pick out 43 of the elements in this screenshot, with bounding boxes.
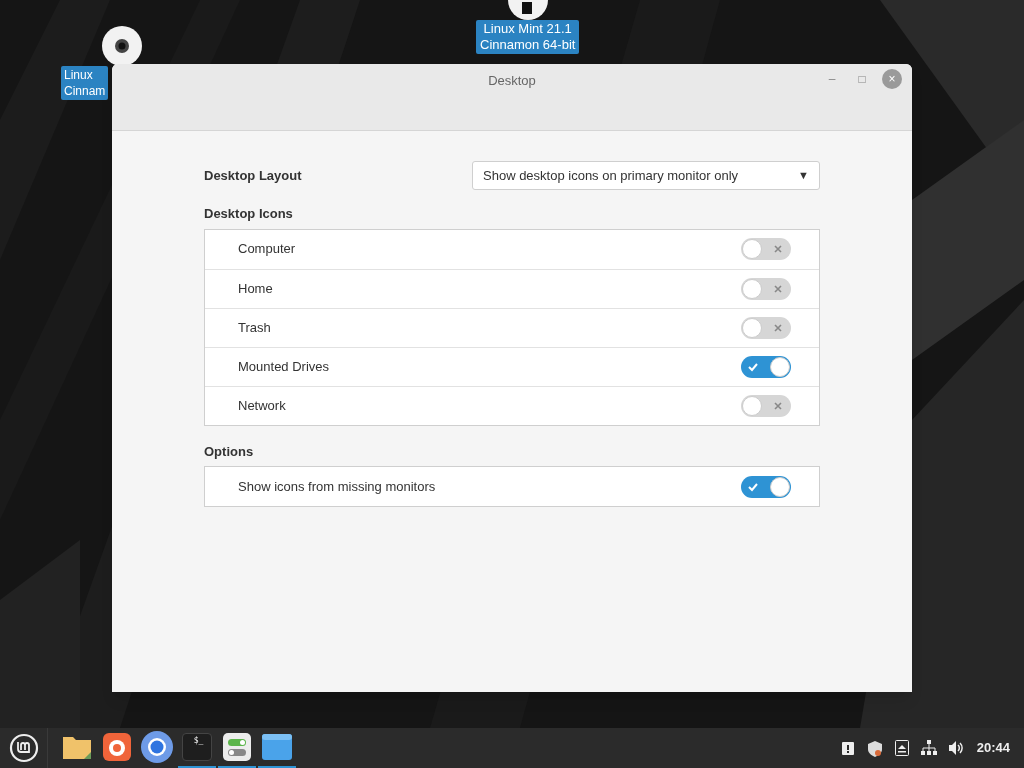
terminal-icon: $_ (182, 733, 212, 761)
check-icon (748, 361, 758, 372)
setting-label: Trash (238, 318, 271, 337)
toggle-switch[interactable] (741, 355, 791, 378)
cross-icon (774, 284, 782, 293)
minimize-button[interactable]: – (822, 69, 842, 89)
cross-icon (774, 245, 782, 253)
window-icon (262, 734, 292, 760)
network-icon[interactable] (920, 740, 937, 756)
clock[interactable]: 20:44 (976, 738, 1010, 758)
layout-dropdown[interactable]: Show desktop icons on primary monitor only ▼ (472, 161, 820, 190)
toggle-switch[interactable] (741, 238, 791, 260)
maximize-button[interactable]: □ (852, 69, 872, 89)
section-heading: Desktop Icons (204, 205, 294, 223)
setting-label: Computer (238, 240, 296, 259)
setting-label: Network (238, 396, 286, 415)
launcher-button[interactable]: $_ (178, 728, 216, 768)
setting-label: Show icons from missing monitors (238, 477, 436, 496)
disc-icon[interactable] (102, 26, 142, 66)
section-heading: Options (204, 442, 255, 461)
logo-icon (8, 733, 39, 763)
close-button[interactable]: × (882, 69, 902, 89)
volume-icon[interactable] (948, 741, 965, 755)
desktop-icon-label[interactable]: Linux Cinnam (61, 66, 109, 100)
desktop-icon-label[interactable]: Linux Mint 21.1 Cinnamon 64-bit (476, 20, 580, 54)
cross-icon (774, 323, 782, 332)
window-title: Desktop (488, 72, 536, 90)
toggle-switch[interactable] (741, 277, 791, 300)
shield-icon[interactable] (866, 739, 883, 757)
switches-icon (223, 733, 251, 761)
setting-label: Desktop Layout (204, 166, 302, 185)
toggle-switch[interactable] (741, 394, 791, 417)
toggle-switch[interactable] (741, 316, 791, 339)
folder-icon (62, 734, 92, 760)
cross-icon (774, 401, 782, 410)
setting-label: Home (238, 279, 273, 298)
toggle-switch[interactable] (741, 475, 791, 498)
dropdown-arrow-icon: ▼ (798, 167, 809, 184)
browser-icon (141, 731, 173, 763)
eject-icon[interactable] (894, 740, 909, 756)
setting-label: Mounted Drives (238, 357, 330, 376)
clipboard-alert-icon[interactable] (840, 740, 855, 756)
check-icon (748, 481, 758, 492)
